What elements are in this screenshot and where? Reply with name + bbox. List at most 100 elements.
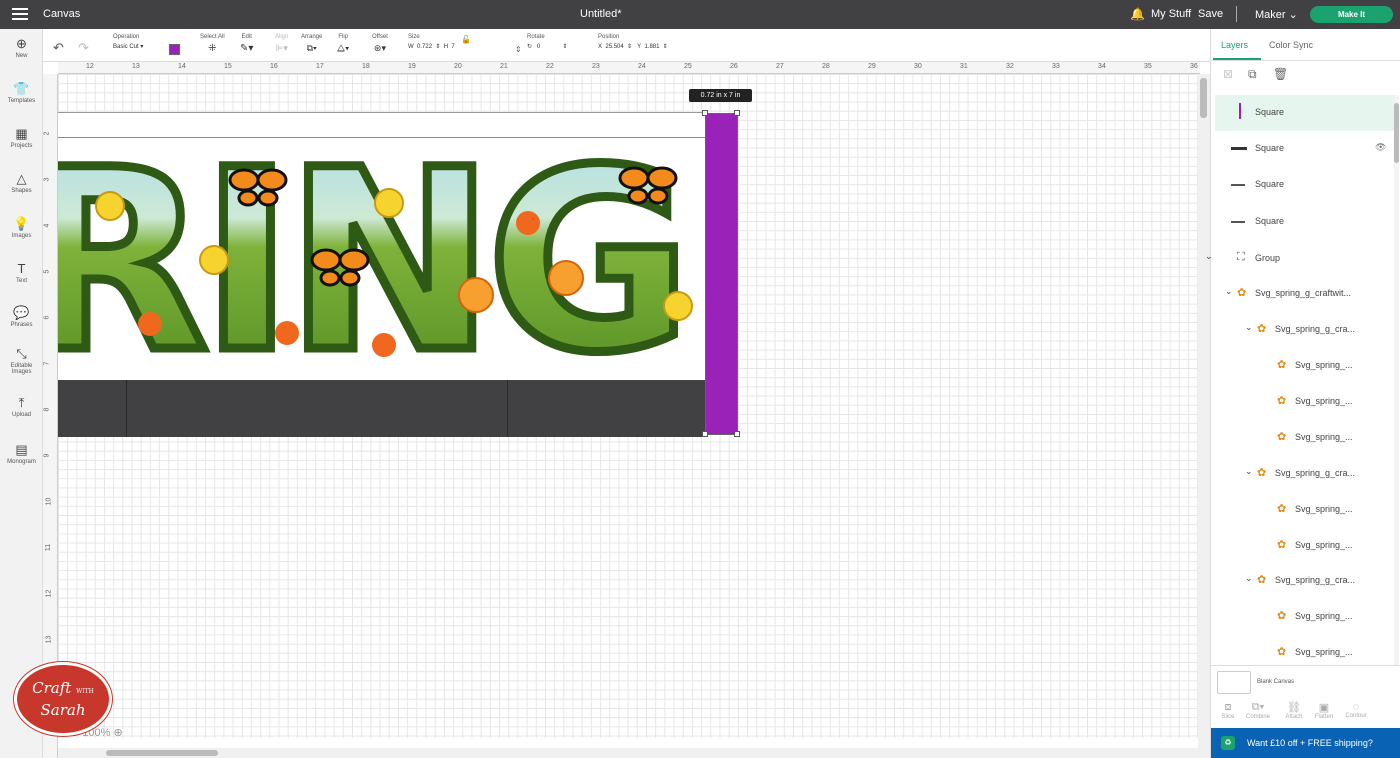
- menu-icon[interactable]: [12, 8, 28, 20]
- layer-row[interactable]: Square: [1215, 204, 1395, 240]
- my-stuff-link[interactable]: My Stuff: [1151, 8, 1191, 20]
- arrange-icon: ⧉▾: [306, 43, 317, 53]
- ruler-tick-label: 3: [43, 177, 51, 182]
- blank-canvas-row[interactable]: Blank Canvas: [1211, 665, 1400, 699]
- layer-name: Svg_spring_...: [1295, 540, 1353, 550]
- nav-label: Shapes: [11, 188, 32, 194]
- chevron-down-icon[interactable]: ⌄: [1225, 286, 1233, 297]
- purple-square-shape[interactable]: [705, 113, 738, 435]
- nav-projects[interactable]: ▦ Projects: [0, 127, 43, 150]
- layer-row[interactable]: ✿ Svg_spring_...: [1215, 599, 1395, 635]
- layer-name: Svg_spring_g_cra...: [1275, 575, 1356, 585]
- height-stepper[interactable]: ⇕: [515, 45, 522, 54]
- layer-row[interactable]: ✿ Svg_spring_...: [1215, 420, 1395, 456]
- save-button[interactable]: Save: [1198, 8, 1223, 20]
- scroll-thumb[interactable]: [1394, 103, 1399, 163]
- panel-scrollbar[interactable]: [1394, 95, 1399, 665]
- contour-button[interactable]: ◌ Contour: [1341, 701, 1371, 719]
- edit-button[interactable]: Edit ✎▾: [240, 34, 253, 54]
- layer-row[interactable]: ⌄ ⛶ Group: [1205, 241, 1395, 277]
- resize-handle[interactable]: [734, 110, 740, 116]
- chevron-down-icon[interactable]: ⌄: [1205, 251, 1213, 262]
- trash-icon[interactable]: 🗑: [1273, 67, 1288, 81]
- scroll-thumb[interactable]: [1200, 78, 1207, 118]
- layer-row[interactable]: Square: [1215, 167, 1395, 203]
- flip-button[interactable]: Flip ⧋▾: [337, 34, 349, 54]
- rotate-stepper[interactable]: ⇕: [562, 44, 567, 50]
- rotate-input[interactable]: 0: [537, 44, 540, 50]
- top-bar: Canvas Untitled* 🔔 My Stuff Save Maker ⌄…: [0, 0, 1400, 29]
- width-input[interactable]: 0.722: [417, 44, 432, 50]
- operation-select[interactable]: Basic Cut ▾: [113, 43, 143, 50]
- align-button[interactable]: Align ⊫▾: [275, 34, 288, 54]
- zoom-in-icon[interactable]: ⊕: [113, 727, 122, 739]
- tab-layers[interactable]: Layers: [1221, 40, 1248, 50]
- nav-upload[interactable]: ⤒ Upload: [0, 396, 43, 419]
- ungroup-icon[interactable]: ⊠: [1223, 67, 1233, 81]
- design-artboard[interactable]: RING: [58, 112, 705, 437]
- edit-toolbar: ↶ ↷ Operation Basic Cut ▾ Select All ⁜ Ed…: [43, 29, 1210, 62]
- chevron-down-icon[interactable]: ⌄: [1245, 573, 1253, 584]
- layer-row[interactable]: ✿ Svg_spring_...: [1215, 384, 1395, 420]
- editable-image-icon: ⤡: [16, 346, 27, 361]
- chevron-down-icon[interactable]: ⌄: [1245, 322, 1253, 333]
- layer-row[interactable]: ⌄ ✿ Svg_spring_g_cra...: [1215, 456, 1395, 492]
- line-layer-icon: [1239, 103, 1241, 119]
- select-all-button[interactable]: Select All ⁜: [200, 34, 225, 54]
- blank-canvas-swatch[interactable]: [1217, 671, 1251, 694]
- tab-color-sync[interactable]: Color Sync: [1269, 40, 1313, 50]
- resize-handle[interactable]: [702, 431, 708, 437]
- select-all-label: Select All: [200, 34, 225, 40]
- make-it-button[interactable]: Make It: [1310, 6, 1393, 23]
- flatten-button[interactable]: ▣ Flatten: [1309, 701, 1339, 720]
- eye-icon[interactable]: 👁: [1375, 142, 1386, 153]
- nav-shapes[interactable]: △ Shapes: [0, 172, 43, 195]
- layer-row[interactable]: ⌄ ✿ Svg_spring_g_cra...: [1215, 563, 1395, 599]
- spring-artwork[interactable]: RING: [58, 138, 705, 405]
- nav-text[interactable]: T Text: [0, 262, 43, 285]
- image-layer-icon: ✿: [1257, 467, 1267, 479]
- redo-icon[interactable]: ↷: [78, 40, 89, 56]
- combine-icon: ⧉▾: [1251, 701, 1265, 713]
- attach-button[interactable]: ⛓ Attach: [1279, 701, 1309, 720]
- nav-editable-images[interactable]: ⤡ Editable Images: [0, 346, 43, 376]
- layer-row[interactable]: ✿ Svg_spring_...: [1215, 528, 1395, 564]
- layer-row[interactable]: Square: [1215, 95, 1395, 131]
- layer-row[interactable]: ✿ Svg_spring_...: [1215, 348, 1395, 384]
- y-input[interactable]: 1.881: [644, 44, 659, 50]
- layer-row[interactable]: ⌄ ✿ Svg_spring_g_cra...: [1215, 312, 1395, 348]
- layer-row[interactable]: ✿ Svg_spring_...: [1215, 492, 1395, 528]
- height-input[interactable]: 7: [451, 44, 454, 50]
- color-swatch[interactable]: [169, 44, 180, 55]
- layer-name: Svg_spring_...: [1295, 360, 1353, 370]
- scroll-thumb[interactable]: [106, 750, 218, 756]
- promo-banner[interactable]: ♻ Want £10 off + FREE shipping?: [1211, 728, 1400, 758]
- resize-handle[interactable]: [734, 431, 740, 437]
- horizontal-scrollbar[interactable]: [58, 748, 1198, 758]
- lock-icon[interactable]: 🔓: [461, 35, 471, 44]
- combine-button[interactable]: ⧉▾ Combine: [1243, 701, 1273, 720]
- vertical-scrollbar[interactable]: [1198, 74, 1210, 758]
- x-input[interactable]: 25.504: [605, 44, 623, 50]
- duplicate-icon[interactable]: ⧉: [1248, 67, 1257, 82]
- line-layer-icon: [1231, 221, 1245, 223]
- nav-templates[interactable]: 👕 Templates: [0, 82, 43, 105]
- operation-control[interactable]: Operation Basic Cut ▾: [113, 34, 143, 50]
- resize-handle[interactable]: [702, 110, 708, 116]
- nav-monogram[interactable]: ▤ Monogram: [0, 443, 43, 466]
- layer-row[interactable]: Square 👁: [1215, 131, 1395, 167]
- slice-button[interactable]: ⧈ Slice: [1213, 701, 1243, 720]
- chevron-down-icon[interactable]: ⌄: [1245, 466, 1253, 477]
- undo-icon[interactable]: ↶: [53, 40, 64, 56]
- offset-button[interactable]: Offset ⊛▾: [372, 34, 388, 54]
- gift-icon: ♻: [1221, 736, 1235, 750]
- nav-images[interactable]: 💡 Images: [0, 217, 43, 240]
- nav-new[interactable]: ⊕ New: [0, 37, 43, 60]
- design-canvas[interactable]: RING 0.72 in x 7 in: [58, 74, 1198, 738]
- bell-icon[interactable]: 🔔: [1130, 7, 1145, 21]
- layer-row[interactable]: ⌄ ✿ Svg_spring_g_craftwit...: [1215, 276, 1395, 312]
- dark-base-strip[interactable]: [58, 380, 705, 437]
- machine-select[interactable]: Maker ⌄: [1255, 8, 1298, 21]
- arrange-button[interactable]: Arrange ⧉▾: [301, 34, 322, 54]
- nav-phrases[interactable]: 💬 Phrases: [0, 306, 43, 329]
